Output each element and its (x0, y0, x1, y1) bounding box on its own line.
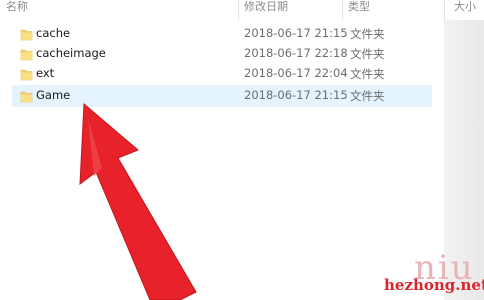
column-header-name[interactable]: 名称 (6, 0, 28, 18)
file-row-ext[interactable]: ext 2018-06-17 22:04 文件夹 (12, 63, 432, 85)
file-type: 文件夹 (350, 27, 385, 41)
file-name: cacheimage (36, 46, 106, 60)
column-divider[interactable] (444, 0, 445, 20)
column-header-type[interactable]: 类型 (348, 0, 370, 18)
watermark-url: hezhong.net (384, 276, 484, 294)
file-modified-date: 2018-06-17 21:15 (244, 26, 348, 40)
file-type: 文件夹 (350, 47, 385, 61)
file-row-game[interactable]: Game 2018-06-17 21:15 文件夹 (12, 85, 432, 107)
file-row-cacheimage[interactable]: cacheimage 2018-06-17 22:18 文件夹 (12, 43, 432, 65)
file-name: ext (36, 66, 55, 80)
file-modified-date: 2018-06-17 22:04 (244, 66, 348, 80)
file-type: 文件夹 (350, 67, 385, 81)
column-divider[interactable] (342, 0, 343, 20)
file-name: cache (36, 26, 71, 40)
folder-icon (20, 29, 33, 41)
folder-icon (20, 91, 33, 103)
column-header-bar: 名称 修改日期 类型 大小 (0, 0, 484, 20)
file-name: Game (36, 88, 71, 102)
file-type: 文件夹 (350, 89, 385, 103)
column-divider[interactable] (238, 0, 239, 20)
watermark: niu hezhong.net (380, 248, 484, 300)
folder-icon (20, 69, 33, 81)
file-modified-date: 2018-06-17 21:15 (244, 88, 348, 102)
file-modified-date: 2018-06-17 22:18 (244, 46, 348, 60)
folder-icon (20, 49, 33, 61)
column-header-modified[interactable]: 修改日期 (244, 0, 288, 18)
file-row-cache[interactable]: cache 2018-06-17 21:15 文件夹 (12, 23, 432, 45)
column-header-size[interactable]: 大小 (454, 0, 476, 18)
